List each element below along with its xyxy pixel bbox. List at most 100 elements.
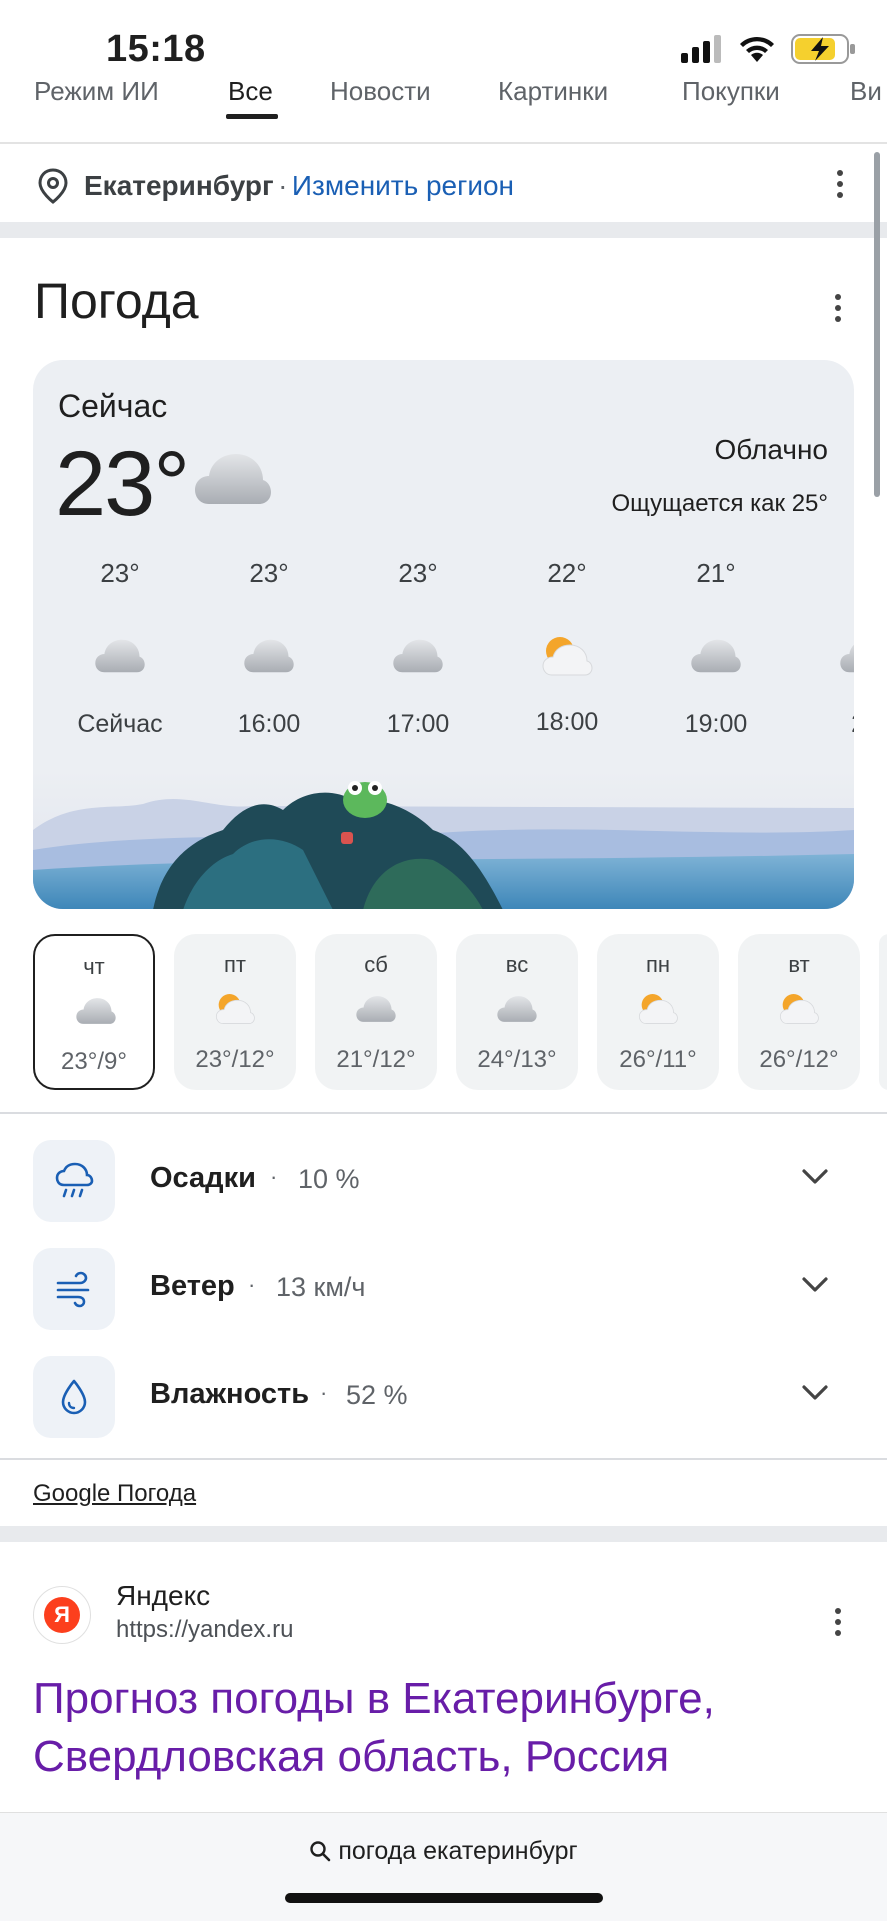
- precipitation-icon-box: [33, 1140, 115, 1222]
- section-separator: [0, 222, 887, 238]
- cloud-icon: [195, 454, 271, 504]
- cloud-icon: [76, 998, 116, 1024]
- hourly-time: Сейчас: [77, 710, 163, 738]
- cloud-icon: [691, 639, 741, 673]
- home-indicator: [285, 1893, 603, 1903]
- search-query: погода екатеринбург: [338, 1837, 578, 1865]
- cloud-icon: [95, 639, 145, 673]
- result-more-button[interactable]: [833, 1608, 843, 1636]
- day-temps: 24°/13°: [477, 1046, 557, 1073]
- section-separator: [0, 1526, 887, 1542]
- hourly-time: 19:00: [684, 710, 748, 738]
- chevron-down-icon[interactable]: [801, 1384, 829, 1402]
- landscape-illustration: [33, 770, 854, 909]
- status-icons: [681, 34, 857, 64]
- result-site-name[interactable]: Яндекс: [116, 1580, 210, 1612]
- active-tab-indicator: [226, 114, 278, 119]
- detail-label: Влажность: [150, 1378, 310, 1410]
- scrollbar[interactable]: [874, 152, 880, 497]
- chevron-down-icon[interactable]: [801, 1276, 829, 1294]
- rain-icon: [55, 1162, 94, 1198]
- hourly-temp: 22°: [547, 558, 587, 588]
- hourly-time: 18:00: [535, 708, 599, 736]
- feels-like-text: Ощущается как 25°: [611, 490, 828, 517]
- hourly-temp: 1: [805, 558, 854, 589]
- detail-value: 10 %: [298, 1164, 360, 1194]
- search-icon: [310, 1841, 331, 1862]
- day-name: сб: [364, 952, 388, 977]
- partly-sunny-icon: [542, 637, 593, 676]
- location-separator: ·: [278, 170, 288, 201]
- divider: [0, 1458, 887, 1460]
- tab-ai-mode[interactable]: Режим ИИ: [34, 76, 159, 107]
- cellular-signal-icon: [681, 35, 721, 63]
- divider: [0, 1112, 887, 1114]
- day-temps: 21°/12°: [336, 1046, 416, 1073]
- wind-row[interactable]: Ветер · 13 км/ч: [0, 1238, 887, 1338]
- precipitation-row[interactable]: Осадки · 10 %: [0, 1130, 887, 1230]
- hourly-temp: 23°: [249, 558, 289, 588]
- detail-dot: ·: [248, 1272, 256, 1297]
- hourly-temp: 21°: [696, 558, 736, 588]
- wifi-icon: [740, 36, 774, 62]
- location-row: Екатеринбург · Изменить регион: [0, 146, 887, 224]
- hourly-item: 23° Сейчас: [60, 558, 180, 739]
- hourly-item: 22° 18:00: [507, 558, 627, 737]
- detail-label: Ветер: [150, 1270, 235, 1302]
- day-card-partial: [879, 934, 887, 1090]
- cloud-icon: [244, 639, 294, 673]
- day-name: вт: [788, 952, 810, 977]
- location-city: Екатеринбург: [84, 170, 274, 201]
- day-card-fri[interactable]: пт 23°/12°: [174, 934, 296, 1090]
- detail-label: Осадки: [150, 1162, 256, 1194]
- hourly-time: 20: [805, 710, 854, 739]
- weather-card: Сейчас 23° Облачно Ощущается как 25° 23°…: [33, 360, 854, 909]
- tab-shopping[interactable]: Покупки: [682, 76, 780, 107]
- detail-value: 13 км/ч: [276, 1272, 366, 1302]
- cloud-icon: [840, 644, 854, 673]
- day-temps: 26°/11°: [619, 1046, 697, 1073]
- cloud-icon: [497, 996, 537, 1022]
- weather-title: Погода: [34, 273, 199, 329]
- hourly-item: 23° 17:00: [358, 558, 478, 739]
- day-card-mon[interactable]: пн 26°/11°: [597, 934, 719, 1090]
- google-weather-link[interactable]: Google Погода: [33, 1480, 196, 1508]
- tab-videos[interactable]: Ви: [850, 76, 882, 107]
- condition-text: Облачно: [714, 434, 828, 465]
- day-name: пт: [224, 952, 246, 977]
- day-name: чт: [83, 954, 105, 979]
- current-temperature: 23°: [55, 433, 190, 535]
- hourly-temp: 23°: [100, 558, 140, 588]
- hourly-temp: 23°: [398, 558, 438, 588]
- cloud-icon: [356, 996, 396, 1022]
- yandex-favicon: Я: [33, 1586, 91, 1644]
- result-title-link[interactable]: Прогноз погоды в Екатеринбурге, Свердлов…: [33, 1670, 833, 1786]
- cloud-icon: [393, 639, 443, 673]
- partly-sunny-icon: [638, 994, 678, 1024]
- tab-all[interactable]: Все: [228, 76, 273, 107]
- hourly-time: 16:00: [237, 710, 301, 738]
- detail-value: 52 %: [346, 1380, 408, 1410]
- result-url[interactable]: https://yandex.ru: [116, 1616, 293, 1644]
- location-more-button[interactable]: [835, 170, 845, 198]
- day-card-sun[interactable]: вс 24°/13°: [456, 934, 578, 1090]
- tab-images[interactable]: Картинки: [498, 76, 608, 107]
- day-card-tue[interactable]: вт 26°/12°: [738, 934, 860, 1090]
- weather-more-button[interactable]: [833, 294, 843, 322]
- detail-dot: ·: [270, 1164, 278, 1189]
- humidity-row[interactable]: Влажность · 52 %: [0, 1346, 887, 1446]
- wind-icon: [56, 1271, 90, 1308]
- chevron-down-icon[interactable]: [801, 1168, 829, 1186]
- wind-icon-box: [33, 1248, 115, 1330]
- search-tabs: Режим ИИ Все Новости Картинки Покупки Ви: [0, 70, 887, 144]
- now-label: Сейчас: [58, 388, 168, 424]
- day-card-sat[interactable]: сб 21°/12°: [315, 934, 437, 1090]
- partly-sunny-icon: [215, 994, 255, 1024]
- location-pin-icon: [38, 168, 68, 204]
- change-region-link[interactable]: Изменить регион: [292, 170, 514, 201]
- day-temps: 23°/12°: [195, 1046, 275, 1073]
- hourly-time: 17:00: [386, 710, 450, 738]
- bottom-search-bar[interactable]: погода екатеринбург: [0, 1812, 887, 1921]
- tab-news[interactable]: Новости: [330, 76, 431, 107]
- day-card-thu[interactable]: чт 23°/9°: [33, 934, 155, 1090]
